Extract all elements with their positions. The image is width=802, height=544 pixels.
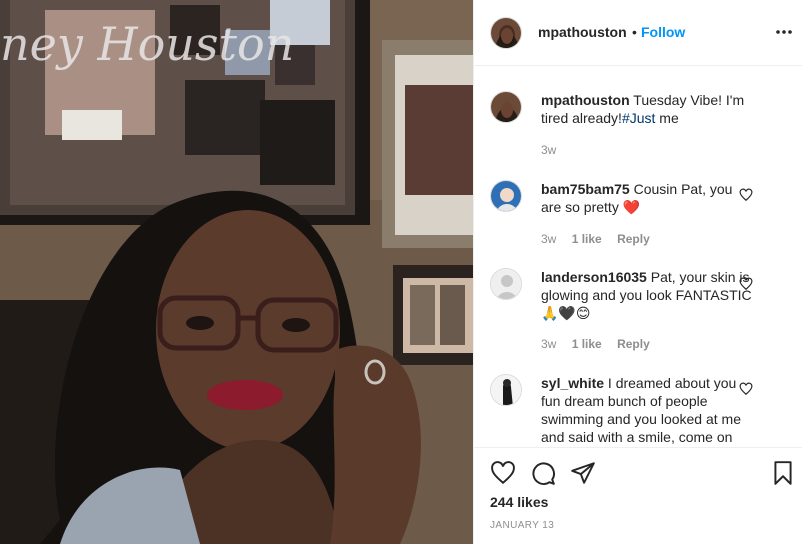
post-photo[interactable]: ney Houston bbox=[0, 0, 473, 544]
header-separator: • bbox=[632, 24, 637, 40]
comment-text: bam75bam75 Cousin Pat, you are so pretty… bbox=[541, 180, 756, 216]
comment-bubble-icon[interactable] bbox=[530, 460, 556, 486]
follow-button[interactable]: Follow bbox=[641, 24, 685, 40]
caption-avatar[interactable] bbox=[490, 91, 522, 123]
caption-text: mpathouston Tuesday Vibe! I'm tired alre… bbox=[541, 91, 756, 127]
post-photo-illustration: ney Houston bbox=[0, 0, 473, 544]
commenter-avatar[interactable] bbox=[490, 374, 522, 406]
like-comment-heart-icon[interactable] bbox=[739, 382, 753, 396]
like-heart-icon[interactable] bbox=[490, 460, 516, 486]
like-comment-heart-icon[interactable] bbox=[739, 188, 753, 202]
reply-button[interactable]: Reply bbox=[617, 232, 650, 246]
red-heart-emoji: ❤️ bbox=[622, 199, 641, 215]
likes-count[interactable]: 244 likes bbox=[490, 494, 548, 510]
comments-list[interactable]: mpathouston Tuesday Vibe! I'm tired alre… bbox=[474, 67, 802, 447]
comment-text: landerson16035 Pat, your skin is glowing… bbox=[541, 268, 756, 322]
emoji-group: 🙏🖤😊 bbox=[541, 305, 591, 321]
caption-meta: 3w bbox=[541, 143, 568, 157]
comment-text: syl_white I dreamed about you fun dream … bbox=[541, 374, 756, 446]
save-bookmark-icon[interactable] bbox=[770, 460, 796, 486]
comment-username[interactable]: syl_white bbox=[541, 375, 604, 391]
post-actions: 244 likes JANUARY 13 bbox=[474, 447, 802, 544]
share-paper-plane-icon[interactable] bbox=[570, 460, 596, 486]
commenter-avatar[interactable] bbox=[490, 180, 522, 212]
caption-content-end: me bbox=[655, 110, 679, 126]
caption-hashtag[interactable]: #Just bbox=[622, 110, 655, 126]
caption-time[interactable]: 3w bbox=[541, 143, 556, 157]
more-options-icon[interactable] bbox=[774, 22, 794, 42]
comment-username[interactable]: landerson16035 bbox=[541, 269, 647, 285]
comment-meta: 3w 1 like Reply bbox=[541, 232, 662, 246]
comment-likes[interactable]: 1 like bbox=[572, 232, 602, 246]
comment-time[interactable]: 3w bbox=[541, 232, 556, 246]
caption-username[interactable]: mpathouston bbox=[541, 92, 630, 108]
comment-time[interactable]: 3w bbox=[541, 337, 556, 351]
commenter-avatar[interactable] bbox=[490, 268, 522, 300]
author-username[interactable]: mpathouston bbox=[538, 24, 627, 40]
author-avatar[interactable] bbox=[490, 17, 522, 49]
poster-lettering: ney Houston bbox=[0, 17, 294, 71]
post-header: mpathouston • Follow bbox=[474, 0, 802, 66]
comment-likes[interactable]: 1 like bbox=[572, 337, 602, 351]
comment-username[interactable]: bam75bam75 bbox=[541, 181, 630, 197]
post-sidebar: mpathouston • Follow mpathouston Tuesday… bbox=[473, 0, 802, 544]
comment-meta: 3w 1 like Reply bbox=[541, 337, 662, 351]
like-comment-heart-icon[interactable] bbox=[739, 277, 753, 291]
reply-button[interactable]: Reply bbox=[617, 337, 650, 351]
post-date[interactable]: JANUARY 13 bbox=[490, 520, 554, 531]
